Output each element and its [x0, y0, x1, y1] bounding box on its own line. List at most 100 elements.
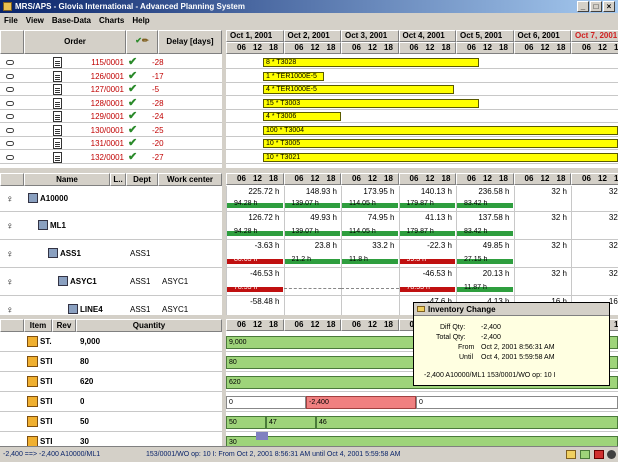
level-column-header[interactable]: L..: [110, 173, 126, 186]
check-icon: ✔: [128, 69, 138, 82]
pin-icon[interactable]: ♀: [6, 221, 14, 232]
resource-name[interactable]: LINE4: [80, 305, 103, 314]
eye-icon[interactable]: [6, 87, 14, 92]
eye-icon[interactable]: [6, 114, 14, 119]
item-column-header[interactable]: Item: [24, 319, 52, 332]
capacity-value: -22.3 h: [427, 241, 452, 250]
menu-base-data[interactable]: Base-Data: [48, 13, 95, 28]
name-column-header[interactable]: Name: [24, 173, 110, 186]
row-divider: [0, 295, 222, 296]
resource-name[interactable]: ML1: [50, 221, 66, 230]
order-number[interactable]: 127/0001: [84, 85, 124, 94]
corner-header: [0, 30, 24, 54]
order-number[interactable]: 130/0001: [84, 126, 124, 135]
resource-name[interactable]: A10000: [40, 194, 68, 203]
menu-help[interactable]: Help: [128, 13, 153, 28]
hour-label: 18: [384, 320, 393, 329]
resource-icon: [58, 276, 68, 286]
hour-label: 18: [269, 174, 278, 183]
hour-label: 18: [614, 174, 618, 183]
eye-icon[interactable]: [6, 60, 14, 65]
total-qty-label: Total Qty:: [436, 334, 466, 341]
check-icon: ✔: [128, 83, 138, 95]
item-code[interactable]: STI: [40, 357, 52, 366]
order-number[interactable]: 129/0001: [84, 112, 124, 121]
horizontal-scrollbar-thumb[interactable]: [256, 432, 268, 440]
check-icon: ✔: [128, 110, 138, 122]
inventory-bar[interactable]: 46: [316, 416, 618, 429]
hour-ticks: 06 12 18: [226, 173, 284, 185]
resource-name[interactable]: ASS1: [60, 249, 81, 258]
load-value: 94.28 h: [234, 228, 258, 235]
hour-label: 18: [614, 43, 618, 52]
inventory-bar[interactable]: 47: [266, 416, 316, 429]
order-bar[interactable]: 15 * T3003: [263, 98, 479, 108]
status-column-header[interactable]: ✔✏: [126, 30, 158, 54]
row-divider: [226, 267, 618, 268]
row-divider: [0, 122, 222, 123]
resource-name[interactable]: ASYC1: [70, 277, 97, 286]
maximize-button[interactable]: □: [590, 1, 602, 12]
order-bar[interactable]: 4 * TER1000E-5: [263, 85, 454, 94]
hour-ticks: 06 12 18: [341, 319, 399, 331]
capacity-value: 32 h: [608, 213, 618, 222]
order-bar[interactable]: 8 * T3028: [263, 58, 479, 67]
order-bar[interactable]: 4 * T3006: [263, 112, 341, 121]
minimize-button[interactable]: _: [577, 1, 589, 12]
pin-icon[interactable]: ♀: [6, 277, 14, 288]
item-code[interactable]: STI: [40, 377, 52, 386]
menu-view[interactable]: View: [22, 13, 48, 28]
order-number[interactable]: 132/0001: [84, 153, 124, 162]
capacity-value: 32 h: [551, 213, 567, 222]
hour-ticks: 06 12 18: [513, 173, 571, 185]
hour-label: 12: [598, 174, 607, 183]
item-code[interactable]: STI: [40, 397, 52, 406]
item-code[interactable]: STI: [40, 417, 52, 426]
order-number[interactable]: 115/0001: [84, 58, 124, 67]
hour-label: 06: [524, 174, 534, 183]
item-code[interactable]: ST.: [40, 337, 52, 346]
rev-column-header[interactable]: Rev: [52, 319, 76, 332]
order-number[interactable]: 131/0001: [84, 139, 124, 148]
pin-icon[interactable]: ♀: [6, 249, 14, 260]
pin-icon[interactable]: ♀: [6, 194, 14, 205]
eye-icon[interactable]: [6, 141, 14, 146]
hour-label: 06: [237, 43, 246, 52]
inventory-bar[interactable]: 0: [416, 396, 618, 409]
inventory-bar[interactable]: 0: [226, 396, 306, 409]
inventory-bar[interactable]: 50: [226, 416, 266, 429]
dept-column-header[interactable]: Dept: [126, 173, 158, 186]
delay-column-header[interactable]: Delay [days]: [158, 30, 222, 54]
chart-icon[interactable]: [580, 450, 590, 459]
menu-charts[interactable]: Charts: [95, 13, 128, 28]
hour-label: 06: [467, 174, 476, 183]
pin-icon[interactable]: ♀: [6, 305, 14, 315]
quantity-column-header[interactable]: Quantity: [76, 319, 222, 332]
eye-icon[interactable]: [6, 154, 14, 160]
eye-icon[interactable]: [6, 127, 14, 133]
order-number[interactable]: 128/0001: [84, 99, 124, 108]
eye-icon[interactable]: [6, 100, 14, 106]
tooltip-title: Inventory Change: [428, 305, 496, 314]
exit-icon[interactable]: [594, 450, 604, 459]
negative-inventory-bar[interactable]: -2,400: [306, 396, 416, 409]
order-column-header[interactable]: Order: [24, 30, 126, 54]
inventory-bar[interactable]: 30: [226, 436, 618, 446]
order-bar[interactable]: 10 * T3021: [263, 152, 618, 162]
order-bar[interactable]: 10 * T3005: [263, 139, 618, 148]
eye-icon[interactable]: [6, 73, 14, 79]
order-bar[interactable]: 100 * T3004: [263, 125, 618, 135]
load-value: 78.53 h: [234, 284, 258, 291]
close-button[interactable]: ×: [603, 1, 615, 12]
hour-label: 18: [499, 43, 508, 52]
folder-icon[interactable]: [566, 450, 576, 459]
work-center-column-header[interactable]: Work center: [158, 173, 222, 186]
menu-file[interactable]: File: [0, 13, 22, 28]
eye-icon[interactable]: [607, 450, 616, 459]
order-bar[interactable]: 1 * TER1000E-5: [263, 71, 324, 81]
status-right: 153/0001/WO op: 10 I: From Oct 2, 2001 8…: [146, 451, 401, 458]
hour-label: 06: [409, 43, 419, 52]
capacity-value: 236.58 h: [478, 187, 510, 196]
item-code[interactable]: STI: [40, 437, 52, 446]
order-number[interactable]: 126/0001: [84, 72, 124, 81]
